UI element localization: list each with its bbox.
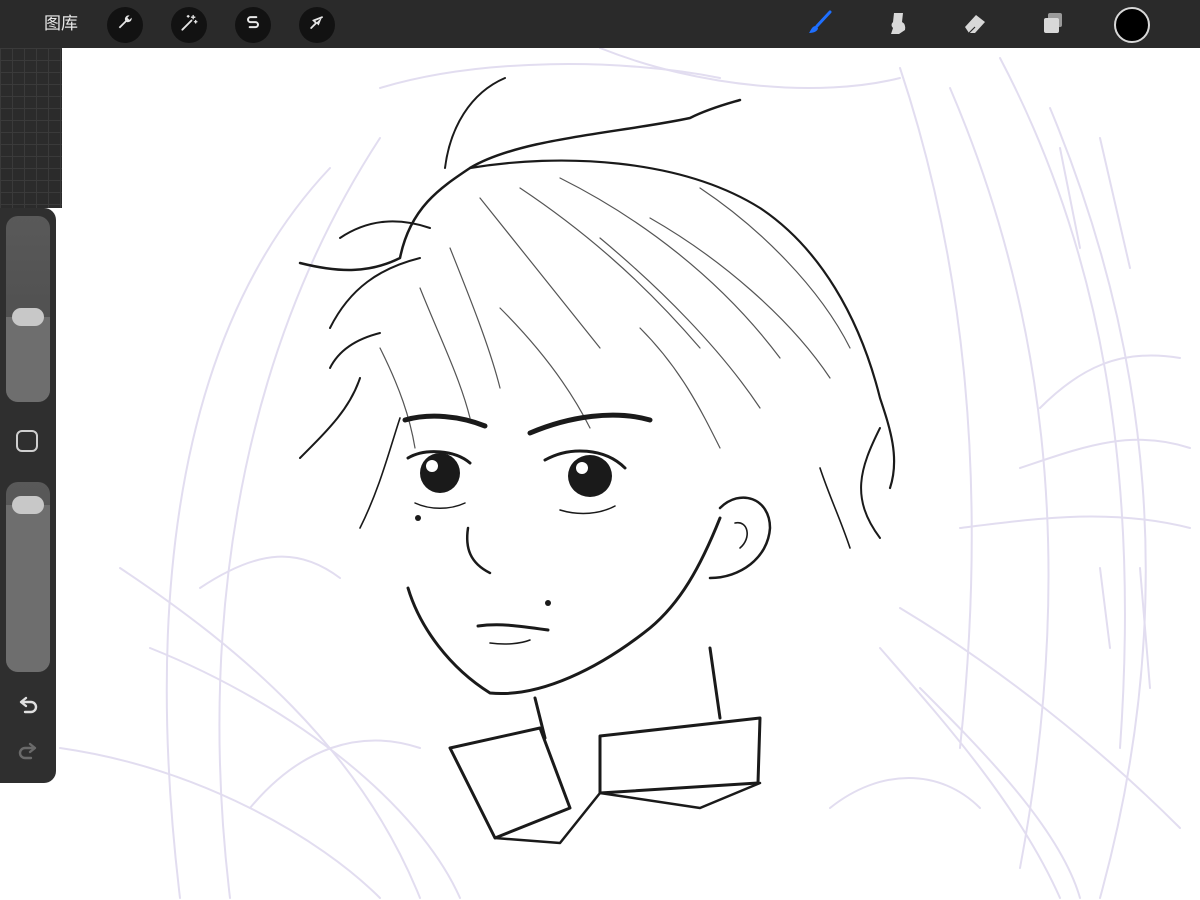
portrait-ink-lines xyxy=(298,77,896,845)
layers-icon xyxy=(1039,9,1067,41)
adjustments-button[interactable] xyxy=(171,7,207,43)
actions-button[interactable] xyxy=(107,7,143,43)
smudge-tool-button[interactable] xyxy=(881,8,915,42)
arrow-cursor-icon xyxy=(307,13,327,37)
opacity-fill xyxy=(6,504,50,672)
selection-button[interactable] xyxy=(235,7,271,43)
undo-icon xyxy=(16,694,40,722)
gallery-button[interactable]: 图库 xyxy=(44,12,78,36)
brush-size-knob[interactable] xyxy=(12,308,44,326)
brush-size-slider[interactable] xyxy=(6,216,50,402)
redo-icon xyxy=(16,740,40,768)
top-toolbar: 图库 xyxy=(0,0,1200,48)
redo-button[interactable] xyxy=(14,740,42,768)
smudge-icon xyxy=(884,9,912,41)
drawing-canvas[interactable] xyxy=(0,48,1200,900)
color-picker-button[interactable] xyxy=(1114,7,1150,43)
opacity-slider[interactable] xyxy=(6,482,50,672)
canvas-background-grid xyxy=(0,48,62,208)
rough-sketch-lines xyxy=(59,48,1191,899)
paint-tool-button[interactable] xyxy=(803,8,837,42)
layers-button[interactable] xyxy=(1036,8,1070,42)
magic-wand-icon xyxy=(179,13,199,37)
undo-button[interactable] xyxy=(14,694,42,722)
opacity-knob[interactable] xyxy=(12,495,44,514)
eraser-icon xyxy=(961,9,989,41)
transform-button[interactable] xyxy=(299,7,335,43)
sketch-artwork xyxy=(59,48,1191,899)
brush-size-fill xyxy=(6,317,50,402)
left-sidebar xyxy=(0,208,56,783)
selection-icon xyxy=(243,13,263,37)
eraser-tool-button[interactable] xyxy=(958,8,992,42)
brush-icon xyxy=(806,9,834,41)
modifier-square-icon[interactable] xyxy=(16,430,38,452)
wrench-icon xyxy=(115,13,135,37)
